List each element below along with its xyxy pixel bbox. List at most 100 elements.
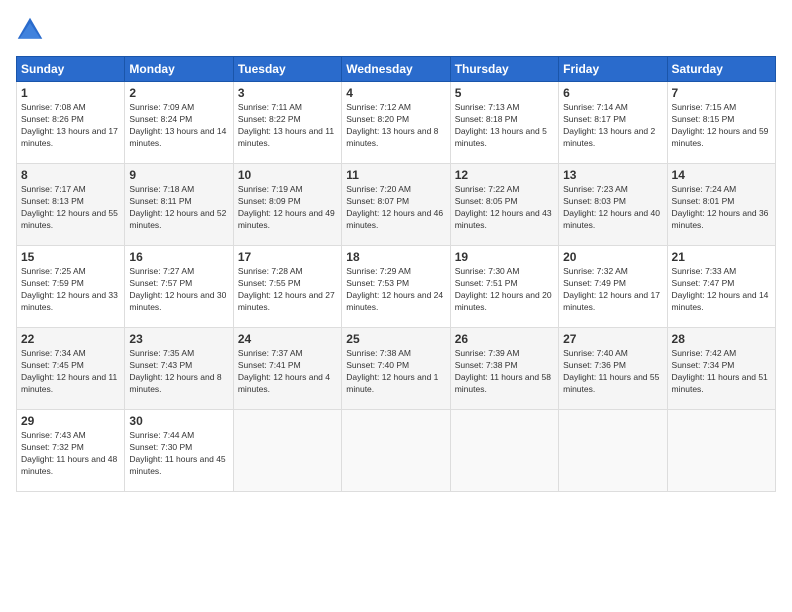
logo-icon (16, 16, 44, 44)
day-number: 10 (238, 168, 337, 182)
day-cell: 3 Sunrise: 7:11 AMSunset: 8:22 PMDaylight… (233, 82, 341, 164)
day-number: 6 (563, 86, 662, 100)
day-cell: 7Sunrise: 7:15 AMSunset: 8:15 PMDaylight… (667, 82, 775, 164)
day-number: 4 (346, 86, 445, 100)
day-detail: Sunrise: 7:37 AMSunset: 7:41 PMDaylight:… (238, 348, 330, 394)
logo (16, 16, 48, 44)
day-detail: Sunrise: 7:28 AMSunset: 7:55 PMDaylight:… (238, 266, 335, 312)
page-container: SundayMondayTuesdayWednesdayThursdayFrid… (0, 0, 792, 500)
day-number: 26 (455, 332, 554, 346)
col-header-tuesday: Tuesday (233, 57, 341, 82)
day-detail: Sunrise: 7:20 AMSunset: 8:07 PMDaylight:… (346, 184, 443, 230)
day-number: 9 (129, 168, 228, 182)
day-cell: 23Sunrise: 7:35 AMSunset: 7:43 PMDayligh… (125, 328, 233, 410)
day-number: 22 (21, 332, 120, 346)
day-cell: 9 Sunrise: 7:18 AMSunset: 8:11 PMDaylight… (125, 164, 233, 246)
day-number: 28 (672, 332, 771, 346)
day-cell (559, 410, 667, 492)
day-number: 19 (455, 250, 554, 264)
day-detail: Sunrise: 7:35 AMSunset: 7:43 PMDaylight:… (129, 348, 221, 394)
day-cell: 30 Sunrise: 7:44 AMSunset: 7:30 PMDayligh… (125, 410, 233, 492)
day-number: 3 (238, 86, 337, 100)
day-detail: Sunrise: 7:12 AMSunset: 8:20 PMDaylight:… (346, 102, 438, 148)
col-header-thursday: Thursday (450, 57, 558, 82)
day-cell: 14 Sunrise: 7:24 AMSunset: 8:01 PMDayligh… (667, 164, 775, 246)
day-cell: 22 Sunrise: 7:34 AMSunset: 7:45 PMDayligh… (17, 328, 125, 410)
day-number: 8 (21, 168, 120, 182)
day-detail: Sunrise: 7:44 AMSunset: 7:30 PMDaylight:… (129, 430, 225, 476)
day-number: 12 (455, 168, 554, 182)
day-cell: 18Sunrise: 7:29 AMSunset: 7:53 PMDayligh… (342, 246, 450, 328)
day-detail: Sunrise: 7:40 AMSunset: 7:36 PMDaylight:… (563, 348, 659, 394)
header-row: SundayMondayTuesdayWednesdayThursdayFrid… (17, 57, 776, 82)
day-detail: Sunrise: 7:13 AMSunset: 8:18 PMDaylight:… (455, 102, 547, 148)
day-detail: Sunrise: 7:18 AMSunset: 8:11 PMDaylight:… (129, 184, 226, 230)
day-cell (233, 410, 341, 492)
day-cell: 5 Sunrise: 7:13 AMSunset: 8:18 PMDaylight… (450, 82, 558, 164)
day-cell: 17 Sunrise: 7:28 AMSunset: 7:55 PMDayligh… (233, 246, 341, 328)
day-detail: Sunrise: 7:42 AMSunset: 7:34 PMDaylight:… (672, 348, 768, 394)
day-cell: 28 Sunrise: 7:42 AMSunset: 7:34 PMDayligh… (667, 328, 775, 410)
day-number: 16 (129, 250, 228, 264)
day-number: 25 (346, 332, 445, 346)
day-number: 30 (129, 414, 228, 428)
day-detail: Sunrise: 7:24 AMSunset: 8:01 PMDaylight:… (672, 184, 769, 230)
day-number: 14 (672, 168, 771, 182)
col-header-wednesday: Wednesday (342, 57, 450, 82)
day-number: 7 (672, 86, 771, 100)
day-detail: Sunrise: 7:23 AMSunset: 8:03 PMDaylight:… (563, 184, 660, 230)
col-header-saturday: Saturday (667, 57, 775, 82)
day-number: 2 (129, 86, 228, 100)
week-row-5: 29 Sunrise: 7:43 AMSunset: 7:32 PMDayligh… (17, 410, 776, 492)
week-row-4: 22 Sunrise: 7:34 AMSunset: 7:45 PMDayligh… (17, 328, 776, 410)
day-detail: Sunrise: 7:29 AMSunset: 7:53 PMDaylight:… (346, 266, 443, 312)
day-cell: 10 Sunrise: 7:19 AMSunset: 8:09 PMDayligh… (233, 164, 341, 246)
day-cell (667, 410, 775, 492)
day-detail: Sunrise: 7:17 AMSunset: 8:13 PMDaylight:… (21, 184, 118, 230)
day-cell: 1Sunrise: 7:08 AMSunset: 8:26 PMDaylight… (17, 82, 125, 164)
day-number: 17 (238, 250, 337, 264)
day-number: 24 (238, 332, 337, 346)
day-detail: Sunrise: 7:09 AMSunset: 8:24 PMDaylight:… (129, 102, 226, 148)
col-header-friday: Friday (559, 57, 667, 82)
day-number: 27 (563, 332, 662, 346)
day-detail: Sunrise: 7:19 AMSunset: 8:09 PMDaylight:… (238, 184, 335, 230)
week-row-1: 1Sunrise: 7:08 AMSunset: 8:26 PMDaylight… (17, 82, 776, 164)
day-cell: 8 Sunrise: 7:17 AMSunset: 8:13 PMDaylight… (17, 164, 125, 246)
col-header-monday: Monday (125, 57, 233, 82)
day-detail: Sunrise: 7:30 AMSunset: 7:51 PMDaylight:… (455, 266, 552, 312)
header (16, 16, 776, 44)
day-cell: 21 Sunrise: 7:33 AMSunset: 7:47 PMDayligh… (667, 246, 775, 328)
day-cell (450, 410, 558, 492)
day-number: 21 (672, 250, 771, 264)
col-header-sunday: Sunday (17, 57, 125, 82)
day-detail: Sunrise: 7:38 AMSunset: 7:40 PMDaylight:… (346, 348, 438, 394)
day-cell: 25 Sunrise: 7:38 AMSunset: 7:40 PMDayligh… (342, 328, 450, 410)
day-detail: Sunrise: 7:43 AMSunset: 7:32 PMDaylight:… (21, 430, 117, 476)
day-cell: 4 Sunrise: 7:12 AMSunset: 8:20 PMDaylight… (342, 82, 450, 164)
day-cell: 2 Sunrise: 7:09 AMSunset: 8:24 PMDaylight… (125, 82, 233, 164)
day-detail: Sunrise: 7:08 AMSunset: 8:26 PMDaylight:… (21, 102, 118, 148)
day-number: 11 (346, 168, 445, 182)
day-detail: Sunrise: 7:32 AMSunset: 7:49 PMDaylight:… (563, 266, 660, 312)
day-cell: 16Sunrise: 7:27 AMSunset: 7:57 PMDayligh… (125, 246, 233, 328)
day-detail: Sunrise: 7:39 AMSunset: 7:38 PMDaylight:… (455, 348, 551, 394)
day-cell: 29 Sunrise: 7:43 AMSunset: 7:32 PMDayligh… (17, 410, 125, 492)
day-detail: Sunrise: 7:11 AMSunset: 8:22 PMDaylight:… (238, 102, 334, 148)
day-cell: 13Sunrise: 7:23 AMSunset: 8:03 PMDayligh… (559, 164, 667, 246)
day-cell: 26 Sunrise: 7:39 AMSunset: 7:38 PMDayligh… (450, 328, 558, 410)
calendar-table: SundayMondayTuesdayWednesdayThursdayFrid… (16, 56, 776, 492)
day-cell: 24 Sunrise: 7:37 AMSunset: 7:41 PMDayligh… (233, 328, 341, 410)
day-cell: 19 Sunrise: 7:30 AMSunset: 7:51 PMDayligh… (450, 246, 558, 328)
day-number: 20 (563, 250, 662, 264)
day-number: 29 (21, 414, 120, 428)
day-detail: Sunrise: 7:34 AMSunset: 7:45 PMDaylight:… (21, 348, 117, 394)
day-cell: 20 Sunrise: 7:32 AMSunset: 7:49 PMDayligh… (559, 246, 667, 328)
week-row-2: 8 Sunrise: 7:17 AMSunset: 8:13 PMDaylight… (17, 164, 776, 246)
day-cell: 6 Sunrise: 7:14 AMSunset: 8:17 PMDaylight… (559, 82, 667, 164)
week-row-3: 15Sunrise: 7:25 AMSunset: 7:59 PMDayligh… (17, 246, 776, 328)
day-detail: Sunrise: 7:14 AMSunset: 8:17 PMDaylight:… (563, 102, 655, 148)
day-number: 5 (455, 86, 554, 100)
day-detail: Sunrise: 7:25 AMSunset: 7:59 PMDaylight:… (21, 266, 118, 312)
day-detail: Sunrise: 7:33 AMSunset: 7:47 PMDaylight:… (672, 266, 769, 312)
